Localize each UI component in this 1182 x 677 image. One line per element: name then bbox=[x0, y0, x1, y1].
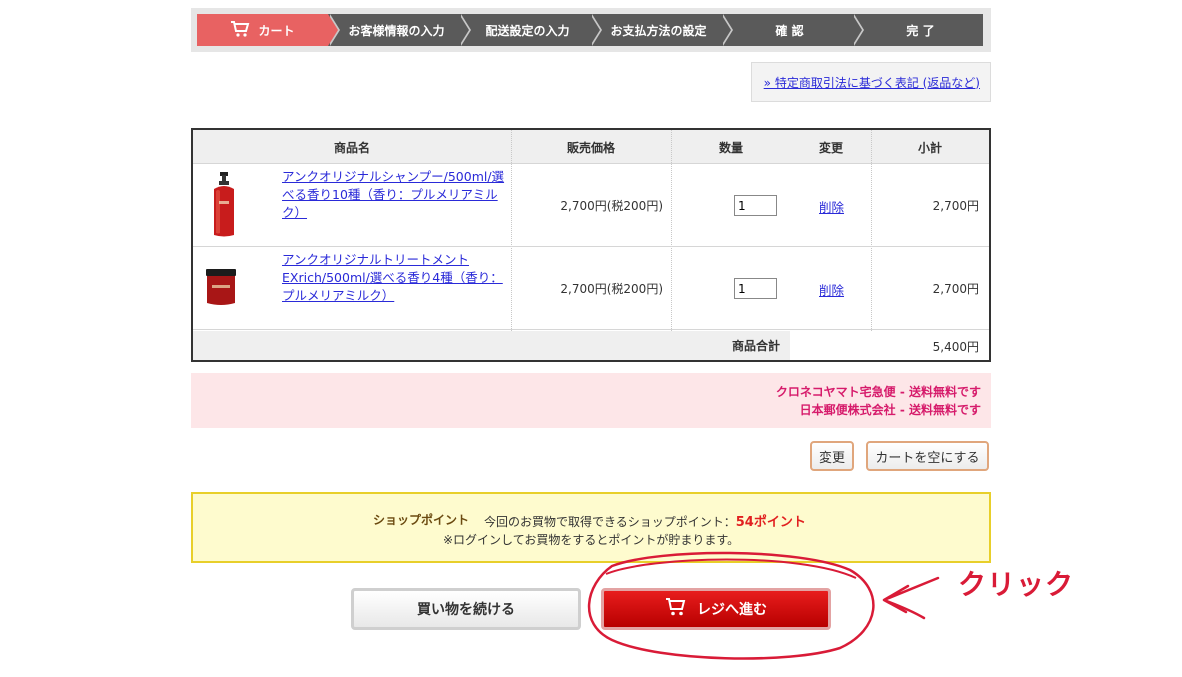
checkout-label: レジへ進む bbox=[697, 602, 767, 618]
step-label: 配送設定の入力 bbox=[485, 23, 570, 38]
quantity-input[interactable] bbox=[734, 278, 777, 299]
product-price: 2,700円(税200円) bbox=[560, 199, 663, 213]
step-label: 確 認 bbox=[775, 23, 804, 38]
clear-cart-button[interactable]: カートを空にする bbox=[866, 441, 989, 471]
delete-link[interactable]: 削除 bbox=[819, 280, 844, 299]
step-customer-info: お客様情報の入力 bbox=[328, 14, 471, 46]
product-image-treatment[interactable] bbox=[203, 267, 239, 310]
step-label: お支払方法の設定 bbox=[610, 23, 707, 38]
quantity-input[interactable] bbox=[734, 195, 777, 216]
step-label: 完 了 bbox=[906, 23, 935, 38]
annotation-arrow bbox=[882, 576, 940, 620]
step-cart: カート bbox=[197, 14, 340, 46]
shop-points-box: ショップポイント 今回のお買物で取得できるショップポイント：54ポイント ※ログ… bbox=[191, 492, 991, 563]
col-header-price: 販売価格 bbox=[566, 140, 615, 155]
continue-shopping-button[interactable]: 買い物を続ける bbox=[351, 588, 581, 630]
change-button[interactable]: 変更 bbox=[810, 441, 854, 471]
legal-link-box: » 特定商取引法に基づく表記 (返品など) bbox=[751, 62, 991, 102]
col-header-subtotal: 小計 bbox=[917, 140, 942, 155]
product-name-line: アンクオリジナルシャンプー/500ml/選 bbox=[282, 169, 505, 184]
product-image-shampoo[interactable] bbox=[203, 171, 245, 242]
points-note: ※ログインしてお買物をするとポイントが貯まります。 bbox=[443, 533, 740, 547]
points-description: 今回のお買物で取得できるショップポイント： bbox=[484, 515, 736, 529]
step-payment: お支払方法の設定 bbox=[590, 14, 733, 46]
product-name-link[interactable]: アンクオリジナルトリートメント EXrich/500ml/選べる香り4種（香り：… bbox=[282, 251, 507, 305]
col-header-qty: 数量 bbox=[718, 140, 743, 155]
total-value: 5,400円 bbox=[932, 340, 979, 354]
cart-icon bbox=[230, 20, 250, 40]
legal-link[interactable]: » 特定商取引法に基づく表記 (返品など) bbox=[764, 74, 980, 91]
row-subtotal: 2,700円 bbox=[932, 282, 979, 296]
step-label: カート bbox=[258, 23, 295, 38]
product-name-line: ク） bbox=[282, 205, 308, 220]
cart-table: 商品名 販売価格 数量 変更 小計 アンクオリジナルシャンプー/500ml/選 … bbox=[191, 128, 991, 362]
shipping-line: クロネコヤマト宅急便 - 送料無料です bbox=[775, 385, 981, 399]
delete-link[interactable]: 削除 bbox=[819, 197, 844, 216]
total-label: 商品合計 bbox=[193, 331, 790, 360]
step-label: お客様情報の入力 bbox=[348, 23, 445, 38]
table-row: アンクオリジナルトリートメント EXrich/500ml/選べる香り4種（香り：… bbox=[193, 247, 989, 330]
annotation-label: クリック bbox=[958, 568, 1075, 601]
shipping-line: 日本郵便株式会社 - 送料無料です bbox=[799, 403, 981, 417]
product-name-line: プルメリアミルク） bbox=[282, 288, 395, 303]
step-confirm: 確 認 bbox=[721, 14, 864, 46]
table-row: アンクオリジナルシャンプー/500ml/選 べる香り10種（香り：プルメリアミル… bbox=[193, 164, 989, 247]
shipping-notice: クロネコヤマト宅急便 - 送料無料です 日本郵便株式会社 - 送料無料です bbox=[191, 373, 991, 428]
table-header: 商品名 販売価格 数量 変更 小計 bbox=[193, 130, 989, 164]
product-name-link[interactable]: アンクオリジナルシャンプー/500ml/選 べる香り10種（香り：プルメリアミル… bbox=[282, 168, 507, 222]
product-price: 2,700円(税200円) bbox=[560, 282, 663, 296]
cart-icon bbox=[665, 598, 687, 620]
col-header-name: 商品名 bbox=[333, 140, 370, 155]
points-value: 54ポイント bbox=[735, 515, 806, 530]
checkout-button[interactable]: レジへ進む bbox=[601, 588, 831, 630]
checkout-steps: カート お客様情報の入力 配送設定の入力 お支払方法の設定 確 認 完 了 bbox=[191, 8, 991, 52]
step-complete: 完 了 bbox=[852, 14, 983, 46]
step-delivery: 配送設定の入力 bbox=[459, 14, 602, 46]
product-name-line: べる香り10種（香り：プルメリアミル bbox=[282, 187, 498, 202]
product-name-line: EXrich/500ml/選べる香り4種（香り： bbox=[282, 270, 503, 285]
col-header-change: 変更 bbox=[818, 140, 843, 155]
total-row: 商品合計 5,400円 bbox=[193, 331, 989, 360]
points-text: 今回のお買物で取得できるショップポイント：54ポイント bbox=[484, 511, 806, 530]
points-title: ショップポイント bbox=[373, 513, 470, 527]
row-subtotal: 2,700円 bbox=[932, 199, 979, 213]
product-name-line: アンクオリジナルトリートメント bbox=[282, 252, 470, 267]
